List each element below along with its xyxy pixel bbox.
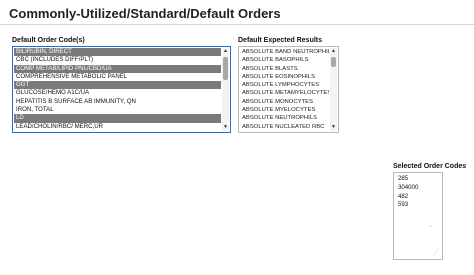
order-codes-listbox[interactable]: BILIRUBIN, DIRECT CBC (INCLUDES DIFF/PLT… <box>12 46 231 133</box>
text-cursor-icon: ˛ <box>430 221 432 227</box>
expected-result-option[interactable]: ABSOLUTE LYMPHOCYTES <box>240 81 329 89</box>
order-code-option[interactable]: BILIRUBIN, DIRECT <box>14 48 221 57</box>
expected-result-option[interactable]: ABSOLUTE NUCLEATED RBC <box>240 123 329 131</box>
scrollbar-thumb[interactable] <box>331 57 336 67</box>
order-code-option[interactable]: COMP METAB/LIPID PNL/CBD/UA <box>14 64 221 73</box>
order-codes-options: BILIRUBIN, DIRECT CBC (INCLUDES DIFF/PLT… <box>14 48 221 131</box>
expected-result-option[interactable]: ABSOLUTE NEUTROPHILS <box>240 114 329 122</box>
order-code-option[interactable]: CBC (INCLUDES DIFF/PLT) <box>14 56 221 64</box>
order-codes-label: Default Order Code(s) <box>12 37 85 44</box>
scroll-up-arrow-icon[interactable]: ▲ <box>222 48 229 55</box>
order-code-option[interactable]: GLUCOSE/HEMO A1C/UA <box>14 89 221 97</box>
order-code-option[interactable]: COMPREHENSIVE METABOLIC PANEL <box>14 73 221 81</box>
expected-results-listbox[interactable]: ABSOLUTE BAND NEUTROPHILS ABSOLUTE BASOP… <box>238 46 339 133</box>
title-divider <box>0 24 474 25</box>
expected-result-option[interactable]: ABSOLUTE EOSINOPHILS <box>240 73 329 81</box>
selected-code-line: 304000 <box>398 183 419 191</box>
selected-codes-label: Selected Order Codes <box>393 163 467 170</box>
expected-result-option[interactable]: ABSOLUTE BASOPHILS <box>240 56 329 64</box>
order-code-option[interactable]: IRON, TOTAL <box>14 106 221 114</box>
order-code-option[interactable]: HEPATITIS B SURFACE AB IMMUNITY, QN <box>14 98 221 106</box>
expected-results-options: ABSOLUTE BAND NEUTROPHILS ABSOLUTE BASOP… <box>240 48 329 131</box>
expected-results-scrollbar[interactable]: ▲ ▼ <box>330 48 337 131</box>
scroll-down-arrow-icon[interactable]: ▼ <box>330 124 337 131</box>
expected-result-option[interactable]: ABSOLUTE BLASTS <box>240 65 329 73</box>
order-code-option[interactable]: LEAD/CHOLIN/RBC/ MERC,UR <box>14 123 221 131</box>
selected-codes-textarea[interactable]: 285 304000 482 593 ˛ ⋰ <box>393 172 443 260</box>
scrollbar-thumb[interactable] <box>223 57 228 80</box>
order-codes-scrollbar[interactable]: ▲ ▼ <box>222 48 229 131</box>
expected-result-option[interactable]: ABSOLUTE BAND NEUTROPHILS <box>240 48 329 56</box>
selected-code-line: 285 <box>398 175 409 182</box>
scroll-down-arrow-icon[interactable]: ▼ <box>222 124 229 131</box>
selected-code-line: 593 <box>398 201 409 209</box>
order-code-option[interactable]: GGT <box>14 81 221 90</box>
scroll-up-arrow-icon[interactable]: ▲ <box>330 48 337 55</box>
expected-result-option[interactable]: ABSOLUTE METAMYELOCYTES <box>240 89 329 97</box>
order-code-option[interactable]: LD <box>14 114 221 123</box>
expected-results-label: Default Expected Results <box>238 37 323 44</box>
selected-codes-lines: 285 304000 482 593 <box>396 175 440 210</box>
page-title: Commonly-Utilized/Standard/Default Order… <box>9 6 281 21</box>
expected-result-option[interactable]: ABSOLUTE MONOCYTES <box>240 98 329 106</box>
selected-code-line: 482 <box>398 192 409 200</box>
expected-result-option[interactable]: ABSOLUTE MYELOCYTES <box>240 106 329 114</box>
resize-handle-icon[interactable]: ⋰ <box>433 250 439 256</box>
